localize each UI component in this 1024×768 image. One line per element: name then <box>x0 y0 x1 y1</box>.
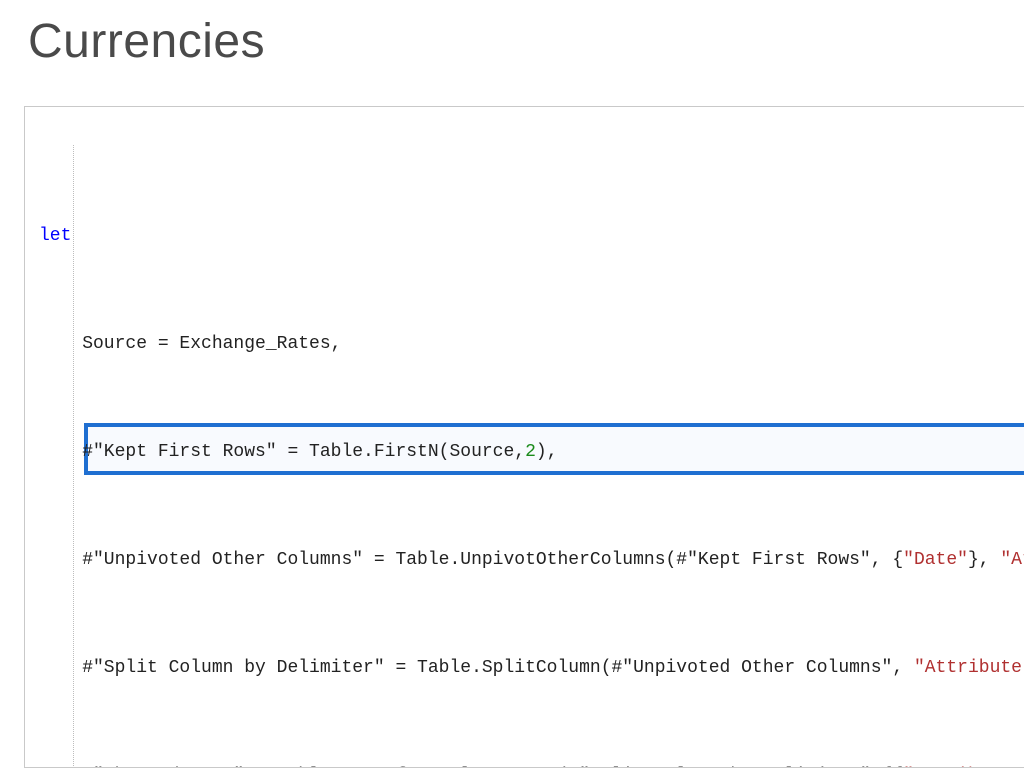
code-line-let: let <box>39 223 1024 250</box>
code-line-changed-type: #"Changed Type" = Table.TransformColumnT… <box>39 763 1024 768</box>
code-line-split-column: #"Split Column by Delimiter" = Table.Spl… <box>39 655 1024 682</box>
code-line-source: Source = Exchange_Rates, <box>39 331 1024 358</box>
page-title: Currencies <box>28 14 1024 69</box>
query-editor-pane[interactable]: let Source = Exchange_Rates, #"Kept Firs… <box>24 106 1024 768</box>
code-line-kept-first-rows: #"Kept First Rows" = Table.FirstN(Source… <box>39 439 1024 466</box>
m-code-block[interactable]: let Source = Exchange_Rates, #"Kept Firs… <box>25 107 1024 768</box>
code-line-unpivoted: #"Unpivoted Other Columns" = Table.Unpiv… <box>39 547 1024 574</box>
